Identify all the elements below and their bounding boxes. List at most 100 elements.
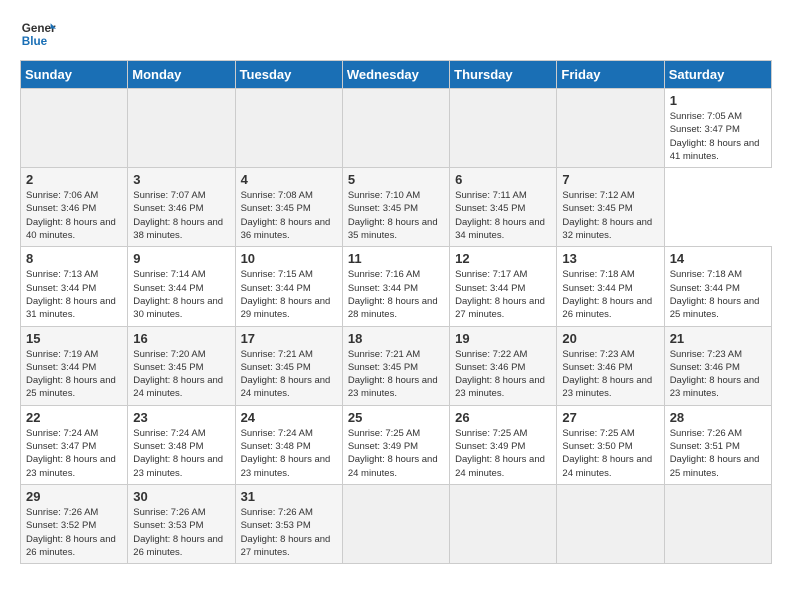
day-number: 4 [241, 172, 337, 187]
calendar-cell: 1Sunrise: 7:05 AMSunset: 3:47 PMDaylight… [664, 89, 771, 168]
calendar-cell: 26Sunrise: 7:25 AMSunset: 3:49 PMDayligh… [450, 405, 557, 484]
day-info: Sunrise: 7:25 AMSunset: 3:50 PMDaylight:… [562, 427, 658, 480]
day-number: 12 [455, 251, 551, 266]
day-number: 7 [562, 172, 658, 187]
col-header-monday: Monday [128, 61, 235, 89]
day-number: 2 [26, 172, 122, 187]
day-info: Sunrise: 7:26 AMSunset: 3:51 PMDaylight:… [670, 427, 766, 480]
day-info: Sunrise: 7:23 AMSunset: 3:46 PMDaylight:… [670, 348, 766, 401]
day-number: 14 [670, 251, 766, 266]
calendar-cell: 12Sunrise: 7:17 AMSunset: 3:44 PMDayligh… [450, 247, 557, 326]
day-number: 9 [133, 251, 229, 266]
calendar-cell: 7 Sunrise: 7:12 AMSunset: 3:45 PMDaylight… [557, 168, 664, 247]
day-info: Sunrise: 7:22 AMSunset: 3:46 PMDaylight:… [455, 348, 551, 401]
calendar-cell: 9Sunrise: 7:14 AMSunset: 3:44 PMDaylight… [128, 247, 235, 326]
day-number: 6 [455, 172, 551, 187]
calendar-cell: 3 Sunrise: 7:07 AMSunset: 3:46 PMDaylight… [128, 168, 235, 247]
day-number: 31 [241, 489, 337, 504]
calendar-cell: 11Sunrise: 7:16 AMSunset: 3:44 PMDayligh… [342, 247, 449, 326]
svg-text:Blue: Blue [22, 35, 48, 48]
day-number: 28 [670, 410, 766, 425]
col-header-friday: Friday [557, 61, 664, 89]
calendar-cell: 31 Sunrise: 7:26 AMSunset: 3:53 PMDayligh… [235, 484, 342, 563]
calendar-cell: 8 Sunrise: 7:13 AMSunset: 3:44 PMDaylight… [21, 247, 128, 326]
day-info: Sunrise: 7:21 AMSunset: 3:45 PMDaylight:… [241, 348, 337, 401]
logo: General Blue [20, 16, 56, 52]
calendar-cell: 6 Sunrise: 7:11 AMSunset: 3:45 PMDaylight… [450, 168, 557, 247]
day-info: Sunrise: 7:19 AMSunset: 3:44 PMDaylight:… [26, 348, 122, 401]
day-info: Sunrise: 7:24 AMSunset: 3:48 PMDaylight:… [133, 427, 229, 480]
calendar-cell: 24 Sunrise: 7:24 AMSunset: 3:48 PMDayligh… [235, 405, 342, 484]
day-info: Sunrise: 7:08 AMSunset: 3:45 PMDaylight:… [241, 189, 337, 242]
calendar-cell: 27 Sunrise: 7:25 AMSunset: 3:50 PMDayligh… [557, 405, 664, 484]
day-info: Sunrise: 7:25 AMSunset: 3:49 PMDaylight:… [348, 427, 444, 480]
day-number: 20 [562, 331, 658, 346]
day-number: 11 [348, 251, 444, 266]
day-info: Sunrise: 7:18 AMSunset: 3:44 PMDaylight:… [670, 268, 766, 321]
calendar-cell [342, 89, 449, 168]
calendar-cell [342, 484, 449, 563]
day-info: Sunrise: 7:23 AMSunset: 3:46 PMDaylight:… [562, 348, 658, 401]
calendar-cell: 25 Sunrise: 7:25 AMSunset: 3:49 PMDayligh… [342, 405, 449, 484]
col-header-sunday: Sunday [21, 61, 128, 89]
col-header-wednesday: Wednesday [342, 61, 449, 89]
day-info: Sunrise: 7:13 AMSunset: 3:44 PMDaylight:… [26, 268, 122, 321]
day-number: 17 [241, 331, 337, 346]
calendar-cell: 14 Sunrise: 7:18 AMSunset: 3:44 PMDayligh… [664, 247, 771, 326]
calendar-cell [664, 484, 771, 563]
day-number: 27 [562, 410, 658, 425]
day-info: Sunrise: 7:11 AMSunset: 3:45 PMDaylight:… [455, 189, 551, 242]
day-info: Sunrise: 7:25 AMSunset: 3:49 PMDaylight:… [455, 427, 551, 480]
day-number: 15 [26, 331, 122, 346]
calendar-cell: 30 Sunrise: 7:26 AMSunset: 3:53 PMDayligh… [128, 484, 235, 563]
day-info: Sunrise: 7:07 AMSunset: 3:46 PMDaylight:… [133, 189, 229, 242]
day-number: 24 [241, 410, 337, 425]
day-info: Sunrise: 7:12 AMSunset: 3:45 PMDaylight:… [562, 189, 658, 242]
day-number: 3 [133, 172, 229, 187]
day-number: 5 [348, 172, 444, 187]
calendar-cell: 13Sunrise: 7:18 AMSunset: 3:44 PMDayligh… [557, 247, 664, 326]
day-number: 23 [133, 410, 229, 425]
calendar-cell: 17 Sunrise: 7:21 AMSunset: 3:45 PMDayligh… [235, 326, 342, 405]
calendar-cell [557, 89, 664, 168]
day-number: 8 [26, 251, 122, 266]
day-info: Sunrise: 7:06 AMSunset: 3:46 PMDaylight:… [26, 189, 122, 242]
day-number: 29 [26, 489, 122, 504]
calendar-cell [21, 89, 128, 168]
calendar-cell: 5 Sunrise: 7:10 AMSunset: 3:45 PMDaylight… [342, 168, 449, 247]
calendar-cell [450, 89, 557, 168]
day-number: 22 [26, 410, 122, 425]
day-number: 30 [133, 489, 229, 504]
col-header-tuesday: Tuesday [235, 61, 342, 89]
logo-icon: General Blue [20, 16, 56, 52]
day-number: 19 [455, 331, 551, 346]
day-number: 13 [562, 251, 658, 266]
calendar-cell [128, 89, 235, 168]
day-number: 21 [670, 331, 766, 346]
header: General Blue [20, 16, 772, 52]
day-number: 25 [348, 410, 444, 425]
calendar-cell: 19 Sunrise: 7:22 AMSunset: 3:46 PMDayligh… [450, 326, 557, 405]
col-header-saturday: Saturday [664, 61, 771, 89]
calendar-cell [450, 484, 557, 563]
day-info: Sunrise: 7:26 AMSunset: 3:53 PMDaylight:… [241, 506, 337, 559]
calendar-cell: 2 Sunrise: 7:06 AMSunset: 3:46 PMDaylight… [21, 168, 128, 247]
day-info: Sunrise: 7:24 AMSunset: 3:48 PMDaylight:… [241, 427, 337, 480]
day-info: Sunrise: 7:26 AMSunset: 3:52 PMDaylight:… [26, 506, 122, 559]
day-number: 10 [241, 251, 337, 266]
calendar-cell: 28 Sunrise: 7:26 AMSunset: 3:51 PMDayligh… [664, 405, 771, 484]
calendar-cell: 16Sunrise: 7:20 AMSunset: 3:45 PMDayligh… [128, 326, 235, 405]
calendar-cell [557, 484, 664, 563]
calendar-cell [235, 89, 342, 168]
day-info: Sunrise: 7:20 AMSunset: 3:45 PMDaylight:… [133, 348, 229, 401]
col-header-thursday: Thursday [450, 61, 557, 89]
calendar-cell: 23 Sunrise: 7:24 AMSunset: 3:48 PMDayligh… [128, 405, 235, 484]
calendar-cell: 20 Sunrise: 7:23 AMSunset: 3:46 PMDayligh… [557, 326, 664, 405]
day-info: Sunrise: 7:10 AMSunset: 3:45 PMDaylight:… [348, 189, 444, 242]
day-info: Sunrise: 7:26 AMSunset: 3:53 PMDaylight:… [133, 506, 229, 559]
day-info: Sunrise: 7:15 AMSunset: 3:44 PMDaylight:… [241, 268, 337, 321]
day-number: 18 [348, 331, 444, 346]
calendar-cell: 10 Sunrise: 7:15 AMSunset: 3:44 PMDayligh… [235, 247, 342, 326]
day-info: Sunrise: 7:24 AMSunset: 3:47 PMDaylight:… [26, 427, 122, 480]
calendar-cell: 4 Sunrise: 7:08 AMSunset: 3:45 PMDaylight… [235, 168, 342, 247]
